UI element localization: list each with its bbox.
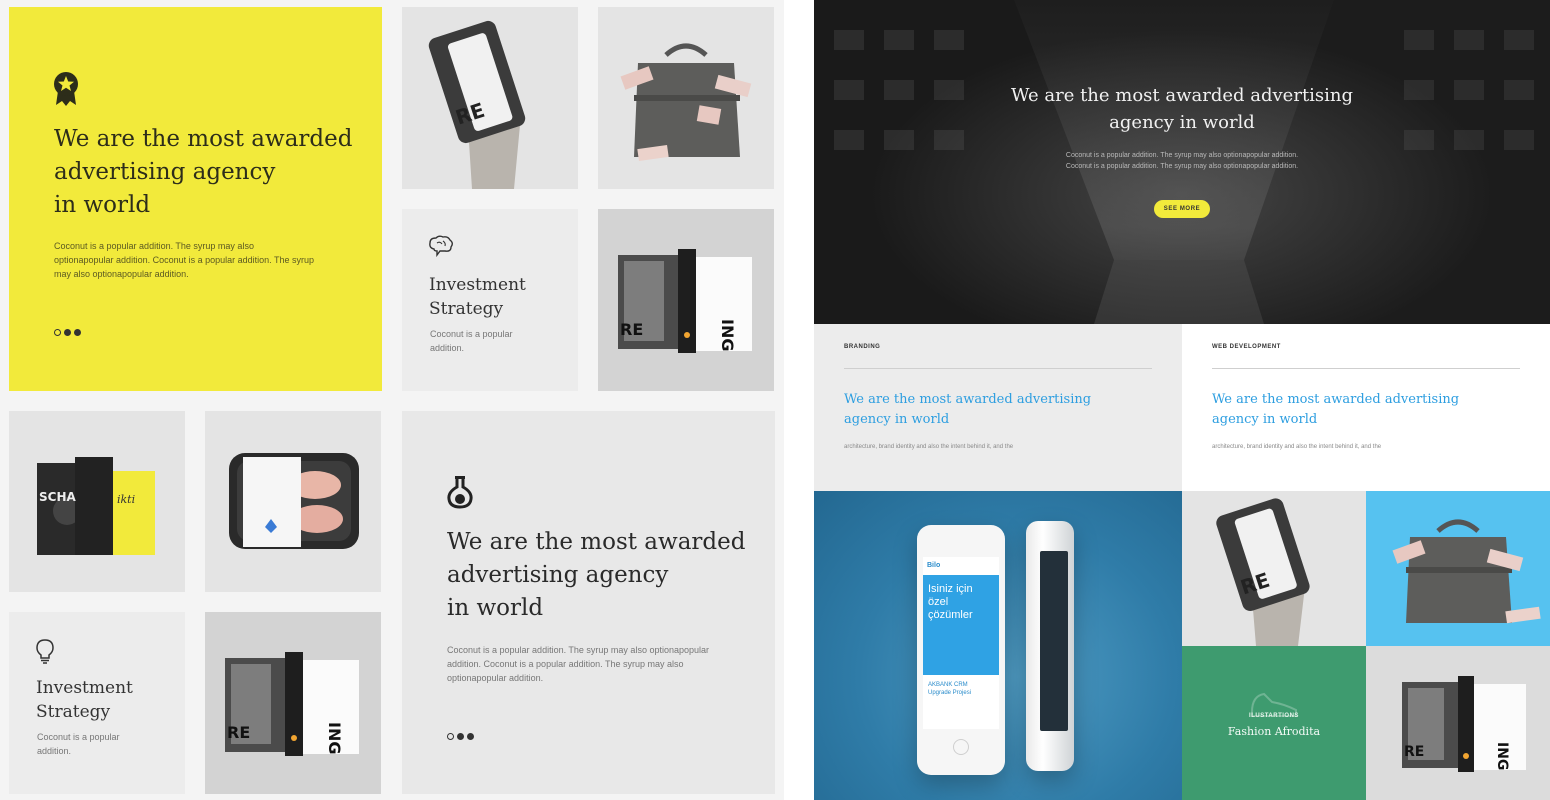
briefcase-illustration <box>1392 519 1541 624</box>
hero-title: We are the most awarded advertising agen… <box>447 529 746 621</box>
hero-card-grey: We are the most awarded advertising agen… <box>402 411 775 794</box>
hero-body: Coconut is a popular addition. The syrup… <box>54 241 315 279</box>
service-category: BRANDING <box>844 344 881 350</box>
lightbulb-icon <box>36 639 54 664</box>
brain-icon <box>429 235 453 257</box>
award-badge-icon <box>54 72 78 106</box>
card-category: ILUSTARTIONS <box>1249 713 1299 719</box>
phone-side-screen <box>1040 551 1068 731</box>
hero-body: Coconut is a popular addition. The syrup… <box>447 645 709 683</box>
svg-text:ING: ING <box>718 319 737 351</box>
service-body: architecture, brand identity and also th… <box>844 444 1014 450</box>
svg-text:RE: RE <box>1404 744 1424 760</box>
hero-card-yellow: We are the most awarded advertising agen… <box>9 7 382 391</box>
service-title[interactable]: We are the most awarded advertising agen… <box>1212 390 1462 430</box>
hand-magazine-illustration: RE <box>1216 498 1310 646</box>
briefcase-illustration <box>620 43 752 162</box>
books-rebranding-image: RE ING <box>1366 646 1550 800</box>
chicken-package-illustration <box>229 453 359 549</box>
briefcase-money-image <box>1366 491 1550 646</box>
city-hero-banner: We are the most awarded advertising agen… <box>814 0 1550 324</box>
carousel-dot[interactable] <box>467 733 474 740</box>
carousel-dot[interactable] <box>457 733 464 740</box>
carousel-dot[interactable] <box>74 329 81 336</box>
app-caption: AKBANK CRM Upgrade Projesi <box>928 682 972 696</box>
home-button-icon <box>953 739 969 755</box>
service-category: WEB DEVELOPMENT <box>1212 344 1281 350</box>
mobile-app-showcase: Bilo Isiniz için özel çözümler AKBANK CR… <box>814 491 1182 800</box>
phone-screen: Bilo Isiniz için özel çözümler AKBANK CR… <box>923 557 999 729</box>
books-illustration: RE ING <box>1402 676 1526 772</box>
investment-strategy-card[interactable]: Investment Strategy Coconut is a popular… <box>402 209 578 391</box>
service-card-web-development[interactable]: WEB DEVELOPMENT We are the most awarded … <box>1182 324 1550 491</box>
svg-text:RE: RE <box>227 723 250 742</box>
service-body: architecture, brand identity and also th… <box>1212 444 1382 450</box>
service-title[interactable]: We are the most awarded advertising agen… <box>844 390 1094 430</box>
app-logo: Bilo <box>923 557 999 575</box>
svg-text:RE: RE <box>620 320 643 339</box>
see-more-button[interactable]: SEE MORE <box>1154 200 1210 218</box>
city-hero-title: We are the most awarded advertising agen… <box>1010 85 1354 133</box>
hand-magazine-image: RE <box>1182 491 1366 646</box>
app-headline: Isiniz için özel çözümler <box>928 583 973 621</box>
card-body: Coconut is a popular addition. <box>37 732 120 756</box>
book-stack-image: SCHA ikti <box>9 411 185 592</box>
carousel-dot[interactable] <box>54 329 61 336</box>
hand-magazine-illustration: RE <box>428 20 526 189</box>
chicken-package-image <box>205 411 381 592</box>
left-showcase: We are the most awarded advertising agen… <box>0 0 784 800</box>
carousel-dots[interactable] <box>54 329 81 336</box>
books-illustration: RE ING <box>225 652 359 756</box>
app-hero: Isiniz için özel çözümler <box>923 575 999 675</box>
svg-text:SCHA: SCHA <box>39 490 76 504</box>
divider <box>844 368 1152 369</box>
svg-text:ING: ING <box>325 722 344 754</box>
books-illustration: RE ING <box>618 249 752 353</box>
books-rebranding-image: RE ING <box>205 612 381 794</box>
card-title: Investment Strategy <box>429 275 526 319</box>
divider <box>1212 368 1520 369</box>
phone-side <box>1026 521 1074 771</box>
city-hero-body: Coconut is a popular addition. The syrup… <box>1065 152 1299 170</box>
card-title: Investment Strategy <box>36 678 133 722</box>
books-rebranding-image: RE ING <box>598 209 774 391</box>
card-title: Fashion Afrodita <box>1227 725 1321 738</box>
right-showcase: We are the most awarded advertising agen… <box>814 0 1550 800</box>
hero-title: We are the most awarded advertising agen… <box>54 126 353 218</box>
carousel-dot[interactable] <box>447 733 454 740</box>
briefcase-money-image <box>598 7 774 189</box>
hand-magazine-image: RE <box>402 7 578 189</box>
card-body: Coconut is a popular addition. <box>430 329 513 353</box>
svg-text:ING: ING <box>1494 742 1510 770</box>
service-card-branding[interactable]: BRANDING We are the most awarded adverti… <box>814 324 1182 491</box>
phone-front: Bilo Isiniz için özel çözümler AKBANK CR… <box>917 525 1005 775</box>
illustrations-card[interactable]: ILUSTARTIONS Fashion Afrodita <box>1182 646 1366 800</box>
flask-icon <box>447 476 473 509</box>
carousel-dots[interactable] <box>447 733 474 740</box>
carousel-dot[interactable] <box>64 329 71 336</box>
investment-strategy-card[interactable]: Investment Strategy Coconut is a popular… <box>9 612 185 794</box>
svg-text:ikti: ikti <box>117 493 135 506</box>
book-stack-illustration: SCHA ikti <box>37 457 155 555</box>
